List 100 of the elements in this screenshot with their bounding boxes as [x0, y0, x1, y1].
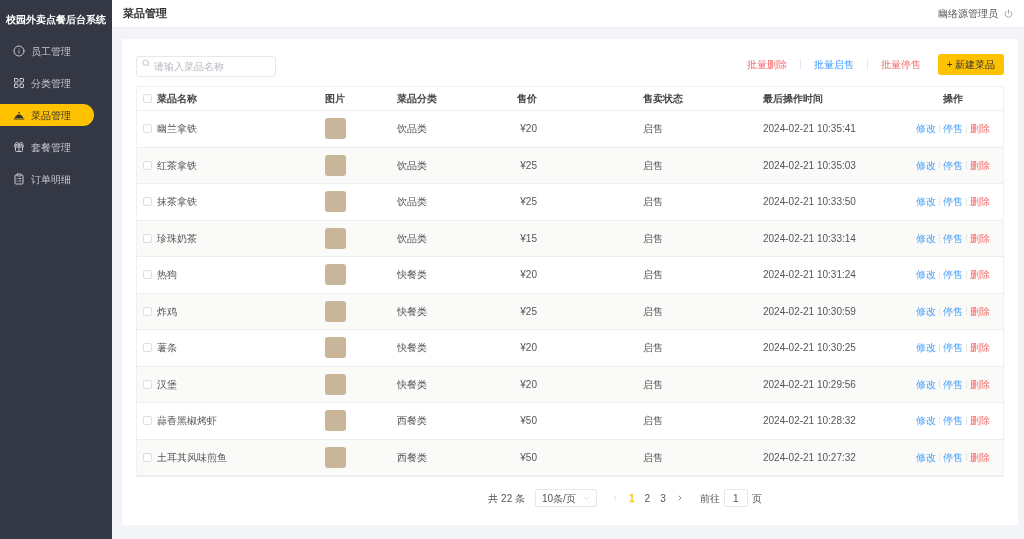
caret-icon	[583, 494, 590, 502]
column-header: 菜品名称	[157, 92, 197, 106]
column-header: 菜品分类	[397, 92, 438, 106]
table-cell-text: 启售	[643, 450, 664, 465]
search-field[interactable]: 请输入菜品名称	[136, 55, 276, 77]
photo-placeholder	[324, 446, 346, 468]
row-action-link[interactable]: 删除	[970, 267, 990, 283]
menu-item[interactable]: 套餐管理	[0, 136, 94, 158]
row-action-link[interactable]: 停售	[943, 340, 963, 356]
column-header: 操作	[943, 92, 963, 106]
checkbox[interactable]	[143, 416, 152, 426]
page-input[interactable]: 1	[723, 489, 748, 507]
row-action-link[interactable]: 删除	[970, 121, 990, 137]
checkbox[interactable]	[143, 343, 152, 353]
row-action-link[interactable]: 修改	[916, 121, 936, 137]
table-cell-text: 热狗	[157, 268, 177, 283]
checkbox[interactable]	[143, 379, 152, 389]
checkbox[interactable]	[143, 306, 152, 316]
row-action-link[interactable]: 停售	[943, 121, 963, 137]
table-cell-text: 启售	[643, 195, 664, 210]
row-action-link[interactable]: 修改	[916, 376, 936, 392]
goto-label: 前往	[699, 491, 720, 506]
row-action-link[interactable]: 修改	[916, 340, 936, 356]
row-action-link[interactable]: 停售	[943, 230, 963, 246]
row-action-link[interactable]: 停售	[943, 157, 963, 173]
row-action-link[interactable]: 修改	[916, 449, 936, 465]
row-action-link[interactable]: 停售	[943, 376, 963, 392]
table-cell-text: 启售	[643, 122, 664, 137]
table-cell-text: 薯条	[157, 341, 177, 356]
checkbox[interactable]	[143, 124, 152, 134]
table-cell-text: ¥25	[520, 195, 537, 210]
row-action-link[interactable]: 修改	[916, 267, 936, 283]
table-cell-text: 启售	[643, 158, 664, 173]
table-cell-text: 2024-02-21 10:29:56	[763, 377, 857, 392]
table-cell-text: 饮品类	[397, 158, 428, 173]
batch-action-link[interactable]: 批量启售	[814, 57, 854, 72]
app-title: 校园外卖点餐后台系统	[6, 12, 106, 27]
table-cell-text: 启售	[643, 304, 664, 319]
table-cell-text: ¥20	[520, 341, 537, 356]
menu-item[interactable]: 订单明细	[0, 168, 94, 190]
table-cell-text: 2024-02-21 10:28:32	[763, 414, 857, 429]
table-cell-text: 饮品类	[397, 231, 428, 246]
row-action-link[interactable]: 修改	[916, 157, 936, 173]
row-action-link[interactable]: 修改	[916, 413, 936, 429]
row-action-link[interactable]: 修改	[916, 230, 936, 246]
row-action-link[interactable]: 停售	[943, 413, 963, 429]
user-name[interactable]: 幽络源管理员	[938, 6, 998, 21]
table-cell-text: 土耳其风味煎鱼	[157, 450, 227, 465]
table-cell-text: 快餐类	[397, 268, 428, 283]
page-number[interactable]: 1	[629, 490, 635, 506]
add-dish-button[interactable]: + 新建菜品	[938, 54, 1004, 75]
page-number[interactable]: 3	[660, 490, 666, 506]
table-cell-text: ¥50	[520, 450, 537, 465]
row-action-link[interactable]: 删除	[970, 449, 990, 465]
row-action-link[interactable]: 删除	[970, 157, 990, 173]
table-cell-text: 蒜香黑椒烤虾	[157, 414, 217, 429]
row-action-link[interactable]: 停售	[943, 267, 963, 283]
row-action-link[interactable]: 删除	[970, 340, 990, 356]
clipboard-icon	[13, 173, 25, 185]
table-cell-text: 2024-02-21 10:27:32	[763, 450, 857, 465]
gift-icon	[13, 141, 25, 153]
row-action-link[interactable]: 停售	[943, 449, 963, 465]
checkbox[interactable]	[143, 452, 152, 462]
table-cell-text: ¥20	[520, 268, 537, 283]
table-cell-text: 启售	[643, 377, 664, 392]
table-cell-text: 抹茶拿铁	[157, 195, 197, 210]
row-action-link[interactable]: 删除	[970, 230, 990, 246]
column-header: 售卖状态	[643, 92, 684, 106]
menu-item[interactable]: 菜品管理	[0, 104, 94, 126]
checkbox[interactable]	[143, 233, 152, 243]
row-action-link[interactable]: 停售	[943, 303, 963, 319]
batch-action-link[interactable]: 批量删除	[747, 57, 787, 72]
checkbox[interactable]	[143, 270, 152, 280]
menu-item[interactable]: 分类管理	[0, 72, 94, 94]
row-action-link[interactable]: 修改	[916, 194, 936, 210]
row-action-link[interactable]: 删除	[970, 376, 990, 392]
page-size-select[interactable]: 10条/页	[535, 489, 597, 507]
row-action-link[interactable]: 删除	[970, 413, 990, 429]
batch-action-link[interactable]: 批量停售	[881, 57, 921, 72]
table-cell-text: ¥20	[520, 122, 537, 137]
checkbox[interactable]	[143, 197, 152, 207]
row-action-link[interactable]: 停售	[943, 194, 963, 210]
photo-placeholder	[324, 118, 346, 140]
cloche-icon	[13, 109, 25, 121]
page-suffix: 页	[751, 491, 762, 506]
page-number[interactable]: 2	[644, 490, 651, 506]
previous-page-icon[interactable]	[611, 494, 619, 502]
row-action-link[interactable]: 删除	[970, 303, 990, 319]
photo-placeholder	[324, 154, 346, 176]
row-action-link[interactable]: 修改	[916, 303, 936, 319]
table-cell-text: 启售	[643, 341, 664, 356]
checkbox[interactable]	[143, 94, 152, 103]
photo-placeholder	[324, 191, 346, 213]
row-action-link[interactable]: 删除	[970, 194, 990, 210]
table-cell-text: 2024-02-21 10:35:41	[763, 122, 857, 137]
search-icon	[142, 59, 150, 67]
power-icon[interactable]	[1004, 9, 1013, 18]
checkbox[interactable]	[143, 160, 152, 170]
table-cell-text: 红茶拿铁	[157, 158, 197, 173]
menu-item[interactable]: 员工管理	[0, 40, 94, 62]
